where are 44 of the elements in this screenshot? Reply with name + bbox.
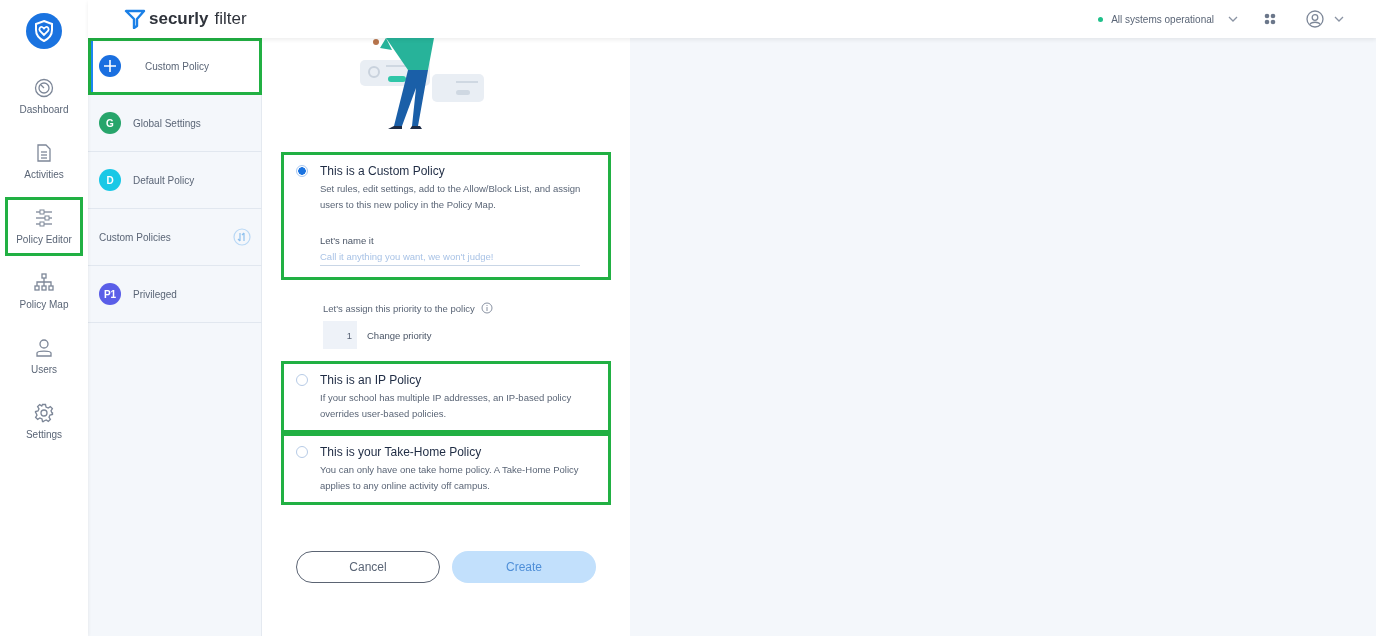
user-avatar-icon[interactable] bbox=[1306, 10, 1324, 28]
policy-badge: G bbox=[99, 112, 121, 134]
brand-product: filter bbox=[214, 9, 247, 29]
option-title: This is your Take-Home Policy bbox=[320, 445, 483, 459]
option-card[interactable]: This is a Custom Policy Set rules, edit settings, add to the Allow/Block List, and assign users to this new policy in the Policy Map. Let's name it Call it anything you want, we won't judge! bbox=[281, 152, 611, 280]
priority-number-field[interactable]: 1 bbox=[323, 321, 357, 349]
status-text: All systems operational bbox=[1111, 13, 1214, 25]
radio-button[interactable] bbox=[296, 446, 308, 458]
brand-name: securly bbox=[149, 9, 209, 29]
gauge-icon bbox=[34, 78, 54, 98]
nav-item[interactable]: Dashboard bbox=[5, 67, 83, 126]
info-icon bbox=[480, 302, 493, 314]
option-description: Set rules, edit settings, add to the Allow/Block List, and assign users to this new policy in the Policy Map. bbox=[320, 182, 582, 212]
nav-item[interactable]: Activities bbox=[5, 132, 83, 191]
chevron-down-icon[interactable] bbox=[1334, 16, 1344, 22]
option-description: If your school has multiple IP addresses, an IP-based policy overrides user-based policies. bbox=[320, 391, 573, 421]
nav-item[interactable]: Settings bbox=[5, 392, 83, 451]
cancel-button[interactable]: Cancel bbox=[296, 551, 440, 583]
settings-icon bbox=[34, 403, 54, 423]
option-card[interactable]: This is an IP Policy If your school has multiple IP addresses, an IP-based policy overrides user-based policies. bbox=[281, 361, 611, 433]
policy-badge: D bbox=[99, 169, 121, 191]
section-title: Custom Policies bbox=[99, 231, 171, 243]
field-label: Let's name it bbox=[320, 235, 375, 246]
radio-button[interactable] bbox=[296, 374, 308, 386]
priority-label: Let's assign this priority to the policy bbox=[323, 302, 475, 314]
chevron-down-icon[interactable] bbox=[1228, 16, 1238, 22]
radio-button[interactable] bbox=[296, 165, 308, 177]
document-icon bbox=[34, 143, 54, 163]
sliders-icon bbox=[34, 208, 54, 228]
apps-grid-icon[interactable] bbox=[1264, 13, 1276, 25]
option-title: This is an IP Policy bbox=[320, 373, 423, 387]
nav-item[interactable]: Policy Editor bbox=[5, 197, 83, 256]
option-title: This is a Custom Policy bbox=[320, 164, 446, 178]
option-description: You can only have one take home policy. A Take-Home Policy applies to any online activity off campus. bbox=[320, 463, 580, 493]
nav-item[interactable]: Users bbox=[5, 327, 83, 386]
policy-badge: P1 bbox=[99, 283, 121, 305]
hierarchy-icon bbox=[34, 273, 54, 293]
nav-item[interactable]: Policy Map bbox=[5, 262, 83, 321]
option-card[interactable]: This is your Take-Home Policy You can only have one take home policy. A Take-Home Policy applies to any online activity off campus. bbox=[281, 433, 611, 505]
change-priority-link[interactable]: Change priority bbox=[367, 329, 432, 341]
funnel-logo-icon bbox=[124, 9, 146, 29]
policy-item[interactable]: Custom Policy bbox=[88, 38, 262, 95]
shield-logo-icon[interactable] bbox=[26, 13, 62, 49]
user-icon bbox=[34, 338, 54, 358]
